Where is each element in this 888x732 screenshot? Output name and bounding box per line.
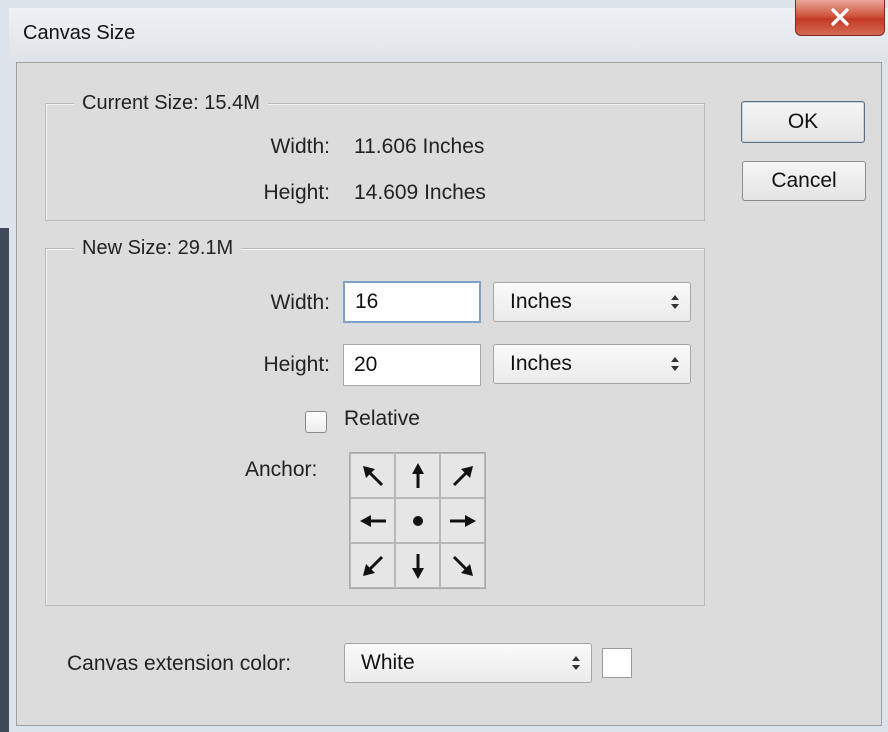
- height-unit-select[interactable]: Inches: [493, 344, 691, 384]
- close-button[interactable]: [795, 0, 885, 36]
- anchor-bottom-right[interactable]: [440, 543, 485, 588]
- current-size-legend: Current Size: 15.4M: [74, 92, 268, 115]
- arrow-right-icon: [449, 514, 476, 527]
- width-unit-select[interactable]: Inches: [493, 282, 691, 322]
- current-height-value: 14.609 Inches: [354, 181, 486, 204]
- relative-checkbox[interactable]: [305, 411, 327, 433]
- new-width-label: Width:: [270, 291, 330, 314]
- select-arrows-icon: [572, 656, 580, 670]
- extension-color-swatch[interactable]: [602, 648, 632, 678]
- anchor-left[interactable]: [350, 498, 395, 543]
- new-height-label: Height:: [263, 353, 330, 376]
- anchor-top-left[interactable]: [350, 453, 395, 498]
- arrow-left-icon: [359, 514, 386, 527]
- current-size-group: Current Size: 15.4M Width: 11.606 Inches…: [45, 92, 705, 221]
- anchor-top-right[interactable]: [440, 453, 485, 498]
- select-arrows-icon: [671, 295, 679, 309]
- arrow-up-icon: [411, 462, 424, 488]
- title-bar[interactable]: Canvas Size: [9, 0, 888, 62]
- anchor-label: Anchor:: [245, 458, 318, 481]
- anchor-grid: [349, 452, 486, 589]
- extension-color-select[interactable]: White: [344, 643, 592, 683]
- relative-label: Relative: [344, 407, 420, 430]
- dialog-body: Current Size: 15.4M Width: 11.606 Inches…: [16, 62, 882, 726]
- arrow-up-right-icon: [452, 465, 473, 486]
- close-icon: [831, 8, 849, 26]
- anchor-right[interactable]: [440, 498, 485, 543]
- arrow-down-icon: [411, 553, 424, 579]
- current-width-value: 11.606 Inches: [354, 135, 485, 158]
- center-dot-icon: [412, 515, 423, 526]
- anchor-bottom-left[interactable]: [350, 543, 395, 588]
- extension-color-value: White: [361, 651, 415, 674]
- arrow-up-left-icon: [362, 465, 383, 486]
- current-height-label: Height:: [263, 181, 330, 204]
- background-app-edge: [0, 228, 9, 732]
- window-title: Canvas Size: [23, 22, 136, 44]
- select-arrows-icon: [671, 357, 679, 371]
- new-size-legend: New Size: 29.1M: [74, 237, 242, 260]
- ok-button[interactable]: OK: [741, 101, 865, 143]
- extension-color-label: Canvas extension color:: [67, 652, 292, 675]
- anchor-top[interactable]: [395, 453, 440, 498]
- arrow-down-right-icon: [452, 555, 473, 576]
- height-input[interactable]: 20: [343, 344, 481, 386]
- width-unit-value: Inches: [510, 290, 572, 313]
- new-size-group: New Size: 29.1M Width: 16 Inches Height:…: [45, 237, 705, 606]
- anchor-bottom[interactable]: [395, 543, 440, 588]
- anchor-center[interactable]: [395, 498, 440, 543]
- height-unit-value: Inches: [510, 352, 572, 375]
- cancel-button[interactable]: Cancel: [742, 161, 866, 201]
- arrow-down-left-icon: [362, 555, 383, 576]
- current-width-label: Width:: [270, 135, 330, 158]
- width-input[interactable]: 16: [343, 281, 481, 323]
